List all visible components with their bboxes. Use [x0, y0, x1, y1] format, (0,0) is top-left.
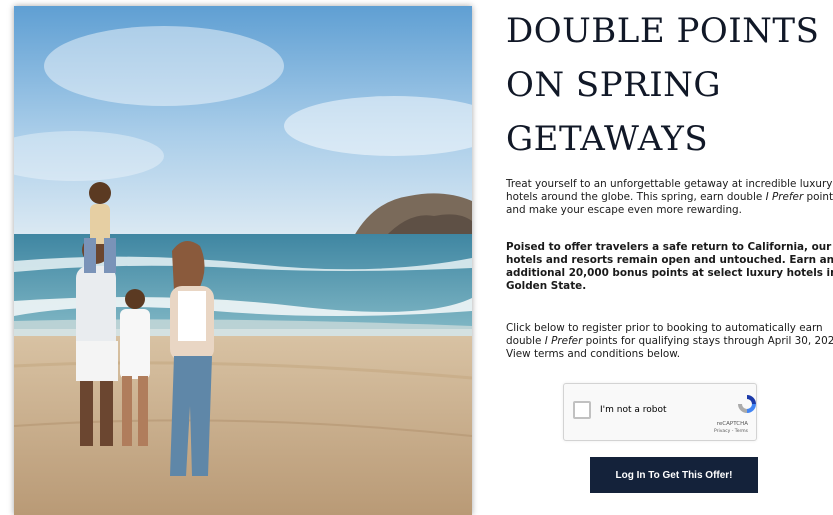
hero-image [14, 6, 472, 515]
i-prefer-brand: I Prefer [544, 335, 583, 347]
promo-paragraph: Poised to offer travelers a safe return … [506, 241, 833, 292]
recaptcha-checkbox[interactable] [573, 401, 591, 419]
offer-panel: DOUBLE POINTS ON SPRING GETAWAYS Treat y… [506, 0, 833, 515]
recaptcha-label: I'm not a robot [600, 405, 667, 415]
recaptcha-brand: reCAPTCHA [716, 421, 748, 427]
recaptcha-widget: I'm not a robot reCAPTCHA Privacy - Term… [563, 383, 757, 441]
page-title: DOUBLE POINTS ON SPRING GETAWAYS [506, 11, 820, 159]
register-paragraph: Click below to register prior to booking… [506, 322, 833, 360]
intro-paragraph: Treat yourself to an unforgettable getaw… [506, 178, 833, 216]
login-offer-button[interactable]: Log In To Get This Offer! [590, 457, 758, 493]
recaptcha-logo-icon [738, 395, 756, 413]
recaptcha-links[interactable]: Privacy - Terms [714, 429, 748, 434]
i-prefer-brand: I Prefer [765, 191, 804, 203]
beach-family-photo [14, 6, 472, 515]
